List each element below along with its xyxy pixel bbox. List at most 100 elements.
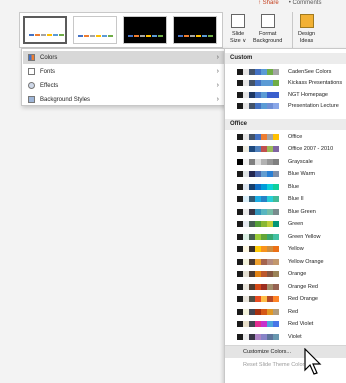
color-scheme-item[interactable]: Blue Warm: [225, 169, 346, 180]
color-swatches: [231, 308, 279, 315]
chevron-right-icon: ›: [216, 82, 219, 89]
slide-size-button[interactable]: Slide Size ∨: [230, 14, 246, 44]
share-button[interactable]: ↑ Share: [258, 0, 279, 8]
color-swatch: [273, 103, 279, 109]
design-ideas-icon: [299, 14, 314, 28]
color-scheme-item[interactable]: Blue II: [225, 194, 346, 205]
color-swatches: [231, 271, 279, 277]
color-scheme-name: Yellow: [288, 246, 304, 252]
top-strip: ↑ Share • Comments: [258, 0, 321, 8]
color-scheme-item[interactable]: CadenSee Colors: [225, 66, 346, 77]
color-scheme-item[interactable]: Red: [225, 306, 346, 317]
color-swatch: [273, 308, 279, 315]
color-swatch: [273, 80, 279, 86]
color-scheme-item[interactable]: Yellow Orange: [225, 256, 346, 267]
color-scheme-item[interactable]: Red Violet: [225, 319, 346, 330]
color-scheme-item[interactable]: Red Orange: [225, 294, 346, 305]
color-scheme-item[interactable]: Green: [225, 219, 346, 230]
color-swatch: [273, 183, 279, 190]
format-background-button[interactable]: Format Background: [253, 14, 282, 44]
color-scheme-item[interactable]: Blue Green: [225, 206, 346, 217]
color-scheme-name: Blue Warm: [288, 171, 315, 177]
color-scheme-item[interactable]: Orange Red: [225, 281, 346, 292]
color-swatch: [273, 91, 279, 98]
design-ideas-button[interactable]: Design Ideas: [298, 14, 315, 44]
color-scheme-item[interactable]: Violet: [225, 331, 346, 342]
color-swatch: [273, 158, 279, 165]
ribbon-divider: [292, 12, 293, 48]
color-scheme-name: Green: [288, 221, 304, 227]
effects-icon: [28, 82, 35, 89]
color-scheme-name: Blue Green: [288, 208, 316, 215]
color-scheme-name: Blue: [288, 183, 300, 190]
customize-colors-item[interactable]: Customize Colors...: [225, 346, 346, 358]
color-scheme-name: Red Orange: [288, 296, 318, 302]
color-swatches: [231, 208, 279, 215]
color-scheme-name: Office: [288, 133, 303, 140]
menu-item-fonts[interactable]: Fonts ›: [23, 65, 225, 78]
custom-section-header: Custom: [225, 53, 346, 64]
variant-thumb-3[interactable]: [123, 16, 167, 44]
color-swatch: [273, 283, 279, 290]
variant-thumb-1[interactable]: [23, 16, 67, 44]
color-swatches: [231, 221, 279, 227]
color-swatch: [273, 133, 279, 140]
color-scheme-item[interactable]: Orange: [225, 269, 346, 280]
color-swatch: [273, 321, 279, 327]
fonts-icon: [28, 68, 35, 75]
menu-item-background-styles[interactable]: Background Styles ›: [23, 93, 225, 106]
color-scheme-item[interactable]: Office 2007 - 2010: [225, 144, 346, 155]
variants-menu: Colors › Fonts › Effects › Background St…: [21, 48, 226, 106]
chevron-right-icon: ›: [216, 54, 219, 61]
color-scheme-item[interactable]: Blue: [225, 181, 346, 192]
color-scheme-name: Blue II: [288, 196, 304, 202]
color-scheme-item[interactable]: Grayscale: [225, 156, 346, 167]
menu-item-label: Background Styles: [40, 96, 91, 103]
color-swatch: [273, 246, 279, 252]
menu-item-label: Colors: [40, 54, 58, 61]
comments-button[interactable]: • Comments: [289, 0, 322, 8]
color-swatch: [273, 68, 279, 75]
color-swatch: [273, 296, 279, 302]
color-scheme-name: Grayscale: [288, 158, 313, 165]
menu-item-label: Effects: [40, 82, 59, 89]
color-swatch: [273, 208, 279, 215]
color-swatch: [273, 221, 279, 227]
variant-thumb-4[interactable]: [173, 16, 217, 44]
color-swatch: [273, 271, 279, 277]
color-scheme-name: Orange: [288, 271, 307, 277]
color-scheme-item[interactable]: Presentation Lecture: [225, 101, 346, 112]
color-scheme-name: NGT Homepage: [288, 91, 328, 98]
color-scheme-name: Green Yellow: [288, 233, 321, 240]
menu-item-effects[interactable]: Effects ›: [23, 79, 225, 92]
color-scheme-name: Orange Red: [288, 283, 318, 290]
color-scheme-name: Kickass Presentations: [288, 80, 343, 86]
color-scheme-name: Yellow Orange: [288, 258, 324, 265]
color-scheme-item[interactable]: Office: [225, 131, 346, 142]
color-scheme-name: Violet: [288, 333, 302, 340]
format-background-icon: [260, 14, 275, 28]
color-swatches: [231, 146, 279, 152]
color-swatches: [231, 233, 279, 240]
color-scheme-item[interactable]: Kickass Presentations: [225, 78, 346, 89]
color-swatches: [231, 80, 279, 86]
color-swatches: [231, 321, 279, 327]
color-scheme-item[interactable]: Green Yellow: [225, 231, 346, 242]
color-scheme-item[interactable]: Yellow: [225, 244, 346, 255]
color-scheme-name: Presentation Lecture: [288, 103, 339, 109]
color-scheme-name: Red: [288, 308, 299, 315]
color-scheme-item[interactable]: NGT Homepage: [225, 89, 346, 100]
design-ribbon: ↑ Share • Comments Slide Size ∨ Format B…: [0, 0, 346, 52]
color-swatches: [231, 91, 279, 98]
color-swatch: [273, 233, 279, 240]
color-swatches: [231, 296, 279, 302]
color-swatches: [231, 283, 279, 290]
variant-thumb-2[interactable]: [73, 16, 117, 44]
menu-item-colors[interactable]: Colors ›: [23, 51, 225, 64]
reset-theme-colors-item[interactable]: Reset Slide Theme Colors: [225, 359, 346, 371]
color-scheme-name: CadenSee Colors: [288, 68, 332, 75]
color-swatch: [273, 196, 279, 202]
office-section-header: Office: [225, 119, 346, 130]
color-swatches: [231, 246, 279, 252]
color-swatch: [273, 333, 279, 340]
